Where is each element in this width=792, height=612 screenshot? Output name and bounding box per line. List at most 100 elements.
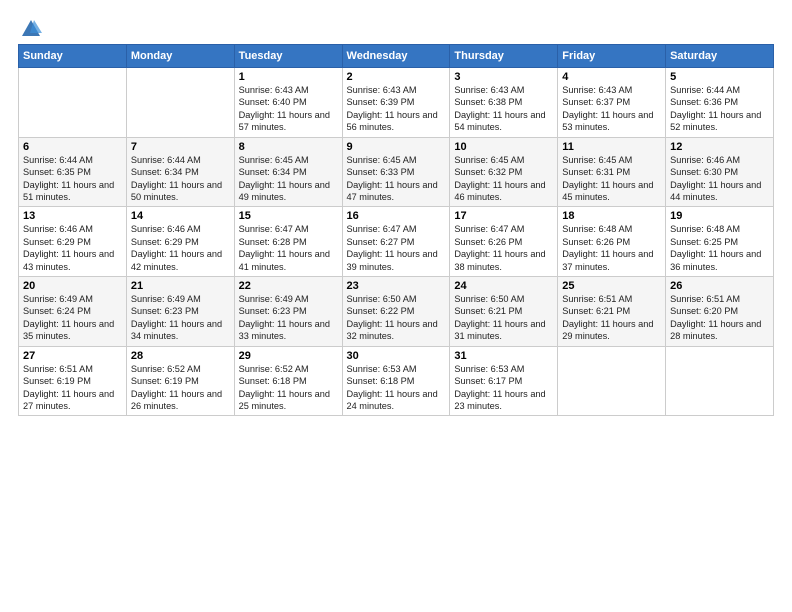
- header-row: SundayMondayTuesdayWednesdayThursdayFrid…: [19, 45, 774, 68]
- day-info: Sunrise: 6:47 AM Sunset: 6:27 PM Dayligh…: [347, 223, 446, 273]
- week-row-4: 20Sunrise: 6:49 AM Sunset: 6:24 PM Dayli…: [19, 277, 774, 347]
- calendar-cell: 20Sunrise: 6:49 AM Sunset: 6:24 PM Dayli…: [19, 277, 127, 347]
- day-number: 13: [23, 210, 122, 222]
- day-number: 27: [23, 350, 122, 362]
- day-info: Sunrise: 6:45 AM Sunset: 6:33 PM Dayligh…: [347, 154, 446, 204]
- day-number: 10: [454, 141, 553, 153]
- day-info: Sunrise: 6:46 AM Sunset: 6:29 PM Dayligh…: [131, 223, 230, 273]
- day-info: Sunrise: 6:44 AM Sunset: 6:34 PM Dayligh…: [131, 154, 230, 204]
- week-row-5: 27Sunrise: 6:51 AM Sunset: 6:19 PM Dayli…: [19, 346, 774, 416]
- calendar-cell: 13Sunrise: 6:46 AM Sunset: 6:29 PM Dayli…: [19, 207, 127, 277]
- calendar-cell: [558, 346, 666, 416]
- calendar-cell: 9Sunrise: 6:45 AM Sunset: 6:33 PM Daylig…: [342, 137, 450, 207]
- col-header-wednesday: Wednesday: [342, 45, 450, 68]
- calendar-cell: 12Sunrise: 6:46 AM Sunset: 6:30 PM Dayli…: [666, 137, 774, 207]
- calendar-cell: 17Sunrise: 6:47 AM Sunset: 6:26 PM Dayli…: [450, 207, 558, 277]
- calendar-cell: 6Sunrise: 6:44 AM Sunset: 6:35 PM Daylig…: [19, 137, 127, 207]
- calendar-table: SundayMondayTuesdayWednesdayThursdayFrid…: [18, 44, 774, 416]
- day-number: 3: [454, 71, 553, 83]
- day-number: 2: [347, 71, 446, 83]
- day-info: Sunrise: 6:44 AM Sunset: 6:35 PM Dayligh…: [23, 154, 122, 204]
- day-info: Sunrise: 6:50 AM Sunset: 6:21 PM Dayligh…: [454, 293, 553, 343]
- calendar-cell: 7Sunrise: 6:44 AM Sunset: 6:34 PM Daylig…: [126, 137, 234, 207]
- week-row-1: 1Sunrise: 6:43 AM Sunset: 6:40 PM Daylig…: [19, 68, 774, 138]
- day-info: Sunrise: 6:49 AM Sunset: 6:23 PM Dayligh…: [131, 293, 230, 343]
- calendar-cell: 1Sunrise: 6:43 AM Sunset: 6:40 PM Daylig…: [234, 68, 342, 138]
- day-info: Sunrise: 6:51 AM Sunset: 6:21 PM Dayligh…: [562, 293, 661, 343]
- logo-icon: [20, 18, 42, 40]
- day-number: 19: [670, 210, 769, 222]
- day-number: 30: [347, 350, 446, 362]
- day-number: 6: [23, 141, 122, 153]
- col-header-saturday: Saturday: [666, 45, 774, 68]
- day-info: Sunrise: 6:51 AM Sunset: 6:20 PM Dayligh…: [670, 293, 769, 343]
- calendar-cell: 10Sunrise: 6:45 AM Sunset: 6:32 PM Dayli…: [450, 137, 558, 207]
- day-info: Sunrise: 6:49 AM Sunset: 6:24 PM Dayligh…: [23, 293, 122, 343]
- col-header-sunday: Sunday: [19, 45, 127, 68]
- calendar-cell: 28Sunrise: 6:52 AM Sunset: 6:19 PM Dayli…: [126, 346, 234, 416]
- col-header-tuesday: Tuesday: [234, 45, 342, 68]
- calendar-cell: [126, 68, 234, 138]
- calendar-cell: 5Sunrise: 6:44 AM Sunset: 6:36 PM Daylig…: [666, 68, 774, 138]
- calendar-cell: 16Sunrise: 6:47 AM Sunset: 6:27 PM Dayli…: [342, 207, 450, 277]
- day-number: 26: [670, 280, 769, 292]
- day-number: 5: [670, 71, 769, 83]
- calendar-cell: 14Sunrise: 6:46 AM Sunset: 6:29 PM Dayli…: [126, 207, 234, 277]
- calendar-cell: 11Sunrise: 6:45 AM Sunset: 6:31 PM Dayli…: [558, 137, 666, 207]
- day-number: 11: [562, 141, 661, 153]
- day-number: 28: [131, 350, 230, 362]
- col-header-monday: Monday: [126, 45, 234, 68]
- col-header-thursday: Thursday: [450, 45, 558, 68]
- calendar-cell: 15Sunrise: 6:47 AM Sunset: 6:28 PM Dayli…: [234, 207, 342, 277]
- day-info: Sunrise: 6:45 AM Sunset: 6:31 PM Dayligh…: [562, 154, 661, 204]
- day-number: 17: [454, 210, 553, 222]
- calendar-cell: 25Sunrise: 6:51 AM Sunset: 6:21 PM Dayli…: [558, 277, 666, 347]
- day-number: 31: [454, 350, 553, 362]
- day-number: 25: [562, 280, 661, 292]
- day-number: 22: [239, 280, 338, 292]
- day-info: Sunrise: 6:43 AM Sunset: 6:37 PM Dayligh…: [562, 84, 661, 134]
- calendar-cell: 3Sunrise: 6:43 AM Sunset: 6:38 PM Daylig…: [450, 68, 558, 138]
- day-number: 21: [131, 280, 230, 292]
- calendar-cell: 2Sunrise: 6:43 AM Sunset: 6:39 PM Daylig…: [342, 68, 450, 138]
- day-number: 14: [131, 210, 230, 222]
- day-number: 1: [239, 71, 338, 83]
- day-info: Sunrise: 6:50 AM Sunset: 6:22 PM Dayligh…: [347, 293, 446, 343]
- calendar-cell: 30Sunrise: 6:53 AM Sunset: 6:18 PM Dayli…: [342, 346, 450, 416]
- day-info: Sunrise: 6:43 AM Sunset: 6:39 PM Dayligh…: [347, 84, 446, 134]
- day-info: Sunrise: 6:46 AM Sunset: 6:30 PM Dayligh…: [670, 154, 769, 204]
- day-number: 12: [670, 141, 769, 153]
- calendar-cell: 23Sunrise: 6:50 AM Sunset: 6:22 PM Dayli…: [342, 277, 450, 347]
- day-info: Sunrise: 6:52 AM Sunset: 6:19 PM Dayligh…: [131, 363, 230, 413]
- col-header-friday: Friday: [558, 45, 666, 68]
- day-info: Sunrise: 6:45 AM Sunset: 6:34 PM Dayligh…: [239, 154, 338, 204]
- calendar-cell: 24Sunrise: 6:50 AM Sunset: 6:21 PM Dayli…: [450, 277, 558, 347]
- calendar-cell: 4Sunrise: 6:43 AM Sunset: 6:37 PM Daylig…: [558, 68, 666, 138]
- day-info: Sunrise: 6:47 AM Sunset: 6:26 PM Dayligh…: [454, 223, 553, 273]
- day-number: 9: [347, 141, 446, 153]
- day-info: Sunrise: 6:43 AM Sunset: 6:40 PM Dayligh…: [239, 84, 338, 134]
- calendar-cell: [19, 68, 127, 138]
- day-number: 16: [347, 210, 446, 222]
- calendar-cell: 27Sunrise: 6:51 AM Sunset: 6:19 PM Dayli…: [19, 346, 127, 416]
- day-info: Sunrise: 6:43 AM Sunset: 6:38 PM Dayligh…: [454, 84, 553, 134]
- day-info: Sunrise: 6:48 AM Sunset: 6:25 PM Dayligh…: [670, 223, 769, 273]
- calendar-cell: [666, 346, 774, 416]
- day-info: Sunrise: 6:46 AM Sunset: 6:29 PM Dayligh…: [23, 223, 122, 273]
- week-row-3: 13Sunrise: 6:46 AM Sunset: 6:29 PM Dayli…: [19, 207, 774, 277]
- week-row-2: 6Sunrise: 6:44 AM Sunset: 6:35 PM Daylig…: [19, 137, 774, 207]
- day-number: 18: [562, 210, 661, 222]
- day-number: 4: [562, 71, 661, 83]
- day-number: 29: [239, 350, 338, 362]
- calendar-page: SundayMondayTuesdayWednesdayThursdayFrid…: [0, 0, 792, 612]
- day-info: Sunrise: 6:44 AM Sunset: 6:36 PM Dayligh…: [670, 84, 769, 134]
- day-info: Sunrise: 6:53 AM Sunset: 6:17 PM Dayligh…: [454, 363, 553, 413]
- calendar-cell: 22Sunrise: 6:49 AM Sunset: 6:23 PM Dayli…: [234, 277, 342, 347]
- day-number: 8: [239, 141, 338, 153]
- header: [18, 18, 774, 36]
- day-number: 7: [131, 141, 230, 153]
- day-info: Sunrise: 6:53 AM Sunset: 6:18 PM Dayligh…: [347, 363, 446, 413]
- calendar-cell: 21Sunrise: 6:49 AM Sunset: 6:23 PM Dayli…: [126, 277, 234, 347]
- day-info: Sunrise: 6:52 AM Sunset: 6:18 PM Dayligh…: [239, 363, 338, 413]
- day-number: 24: [454, 280, 553, 292]
